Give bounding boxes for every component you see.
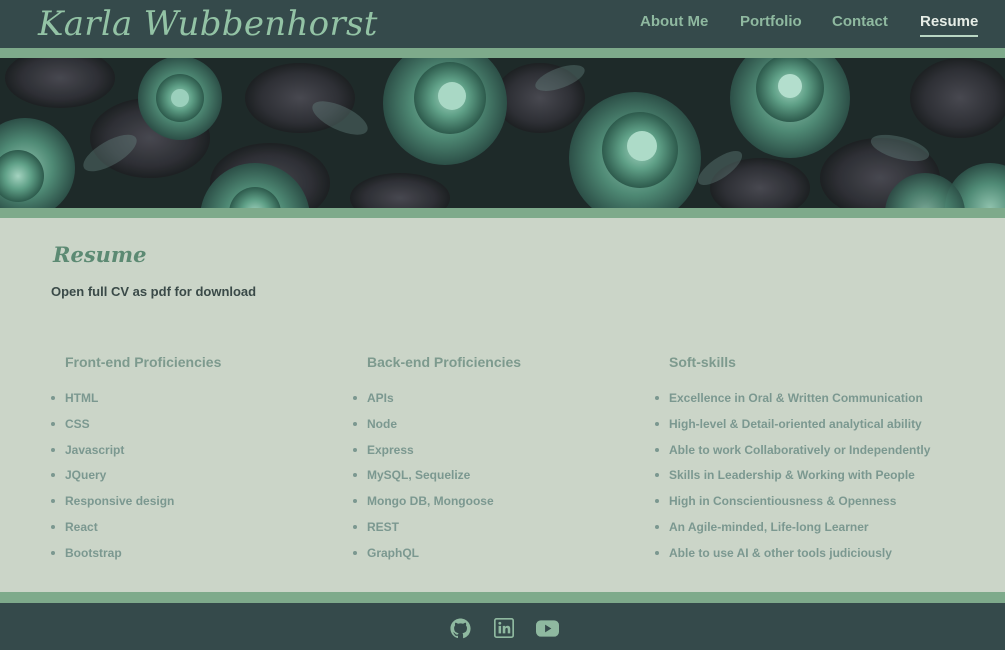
list-item: APIs <box>352 391 642 417</box>
github-link[interactable] <box>450 618 471 644</box>
list-item: React <box>50 520 340 546</box>
list-item: High in Conscientiousness & Openness <box>654 494 994 520</box>
header-accent-band <box>0 48 1005 58</box>
list-item: High-level & Detail-oriented analytical … <box>654 417 994 443</box>
softskills-title: Soft-skills <box>669 354 736 370</box>
frontend-list: HTML CSS Javascript JQuery Responsive de… <box>50 391 340 572</box>
footer <box>0 603 1005 650</box>
list-item: JQuery <box>50 468 340 494</box>
github-icon <box>450 618 471 639</box>
nav-resume-label: Resume <box>920 13 979 30</box>
footer-accent-band <box>0 592 1005 603</box>
backend-column: Back-end Proficiencies APIs Node Express… <box>352 354 642 572</box>
softskills-column: Soft-skills Excellence in Oral & Written… <box>654 354 994 572</box>
site-title[interactable]: Karla Wubbenhorst <box>38 4 378 44</box>
list-item: Responsive design <box>50 494 340 520</box>
backend-list: APIs Node Express MySQL, Sequelize Mongo… <box>352 391 642 572</box>
nav-about-me[interactable]: About Me <box>640 13 708 30</box>
resume-section: Resume Open full CV as pdf for download … <box>0 218 1005 592</box>
nav-resume[interactable]: Resume <box>920 13 979 37</box>
hero-banner <box>0 58 1005 208</box>
resume-heading: Resume <box>53 242 147 267</box>
list-item: Mongo DB, Mongoose <box>352 494 642 520</box>
list-item: Javascript <box>50 443 340 469</box>
linkedin-link[interactable] <box>494 618 514 643</box>
list-item: GraphQL <box>352 546 642 572</box>
list-item: Able to work Collaboratively or Independ… <box>654 443 994 469</box>
active-nav-underline <box>920 35 979 37</box>
frontend-column: Front-end Proficiencies HTML CSS Javascr… <box>50 354 340 572</box>
youtube-link[interactable] <box>536 620 559 642</box>
list-item: Able to use AI & other tools judiciously <box>654 546 994 572</box>
list-item: Excellence in Oral & Written Communicati… <box>654 391 994 417</box>
softskills-list: Excellence in Oral & Written Communicati… <box>654 391 994 572</box>
frontend-title: Front-end Proficiencies <box>65 354 222 370</box>
youtube-icon <box>536 620 559 637</box>
list-item: Skills in Leadership & Working with Peop… <box>654 468 994 494</box>
list-item: Node <box>352 417 642 443</box>
list-item: MySQL, Sequelize <box>352 468 642 494</box>
list-item: REST <box>352 520 642 546</box>
succulent-plants-image <box>0 58 1005 208</box>
download-cv-link[interactable]: Open full CV as pdf for download <box>51 284 256 299</box>
hero-accent-band <box>0 208 1005 218</box>
list-item: HTML <box>50 391 340 417</box>
linkedin-icon <box>494 618 514 638</box>
nav-contact[interactable]: Contact <box>832 13 888 30</box>
list-item: Express <box>352 443 642 469</box>
list-item: An Agile-minded, Life-long Learner <box>654 520 994 546</box>
list-item: CSS <box>50 417 340 443</box>
list-item: Bootstrap <box>50 546 340 572</box>
nav-portfolio[interactable]: Portfolio <box>740 13 802 30</box>
backend-title: Back-end Proficiencies <box>367 354 522 370</box>
navbar: Karla Wubbenhorst About Me Portfolio Con… <box>0 0 1005 48</box>
